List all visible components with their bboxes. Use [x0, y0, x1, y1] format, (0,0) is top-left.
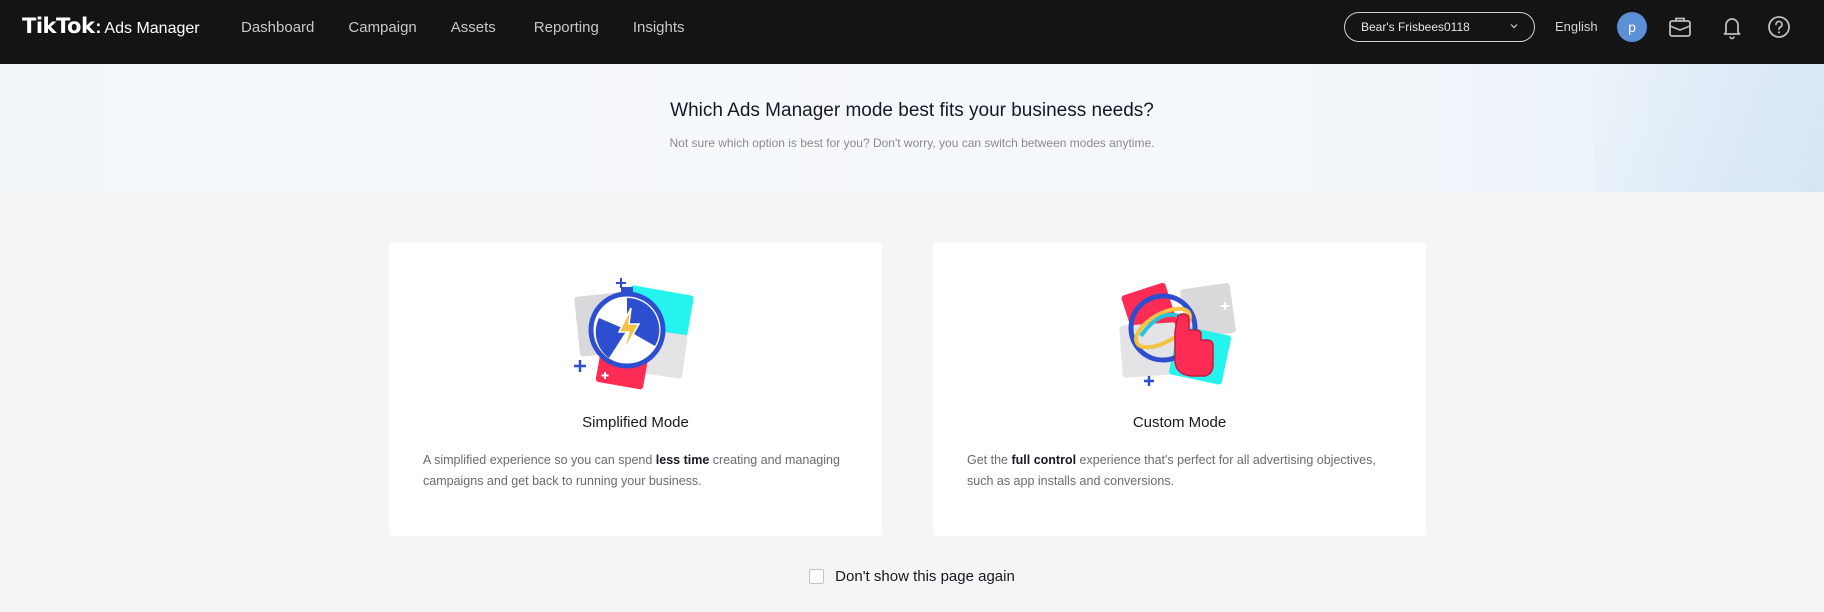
nav-item-campaign[interactable]: Campaign — [348, 19, 416, 36]
language-switch[interactable]: English — [1555, 19, 1598, 34]
simplified-mode-title: Simplified Mode — [582, 414, 689, 431]
desc-text: Get the — [967, 453, 1012, 467]
bell-icon[interactable] — [1717, 12, 1747, 42]
logo-separator: : — [95, 17, 102, 37]
dont-show-checkbox[interactable] — [809, 569, 825, 584]
simplified-mode-description: A simplified experience so you can spend… — [423, 450, 848, 492]
simplified-mode-card[interactable]: Simplified Mode A simplified experience … — [389, 242, 882, 536]
nav-item-assets[interactable]: Assets — [451, 19, 496, 36]
logo-text-tiktok: TikTok — [22, 14, 95, 38]
help-icon[interactable] — [1764, 12, 1794, 42]
avatar[interactable]: p — [1617, 12, 1647, 42]
dont-show-label[interactable]: Don't show this page again — [835, 568, 1015, 585]
main-nav: Dashboard Campaign Assets Reporting Insi… — [241, 0, 719, 54]
stopwatch-lightning-icon — [574, 278, 694, 390]
page-subtitle: Not sure which option is best for you? D… — [669, 136, 1155, 150]
account-select[interactable]: Bear's Frisbees0118 — [1344, 12, 1535, 42]
custom-mode-description: Get the full control experience that's p… — [967, 450, 1392, 492]
briefcase-icon[interactable] — [1665, 12, 1695, 42]
desc-text: A simplified experience so you can spend — [423, 453, 656, 467]
nav-item-dashboard[interactable]: Dashboard — [241, 19, 314, 36]
top-nav-bar: TikTok : Ads Manager Dashboard Campaign … — [0, 0, 1824, 64]
page-title: Which Ads Manager mode best fits your bu… — [670, 100, 1154, 121]
hero-decoration — [1594, 64, 1824, 192]
nav-item-insights[interactable]: Insights — [633, 19, 685, 36]
avatar-letter: p — [1628, 19, 1636, 35]
tiktok-ads-logo[interactable]: TikTok : Ads Manager — [22, 14, 200, 38]
globe-pointer-icon — [1119, 282, 1236, 386]
desc-emphasis: full control — [1011, 453, 1077, 467]
hero-banner: Which Ads Manager mode best fits your bu… — [0, 64, 1824, 192]
dont-show-again: Don't show this page again — [0, 568, 1824, 585]
chevron-down-icon — [1510, 24, 1518, 29]
account-select-value: Bear's Frisbees0118 — [1361, 20, 1470, 34]
logo-text-product: Ads Manager — [104, 20, 200, 37]
desc-emphasis: less time — [655, 453, 710, 467]
custom-mode-card[interactable]: Custom Mode Get the full control experie… — [933, 242, 1426, 536]
custom-mode-title: Custom Mode — [1132, 414, 1227, 431]
nav-item-reporting[interactable]: Reporting — [534, 19, 599, 36]
